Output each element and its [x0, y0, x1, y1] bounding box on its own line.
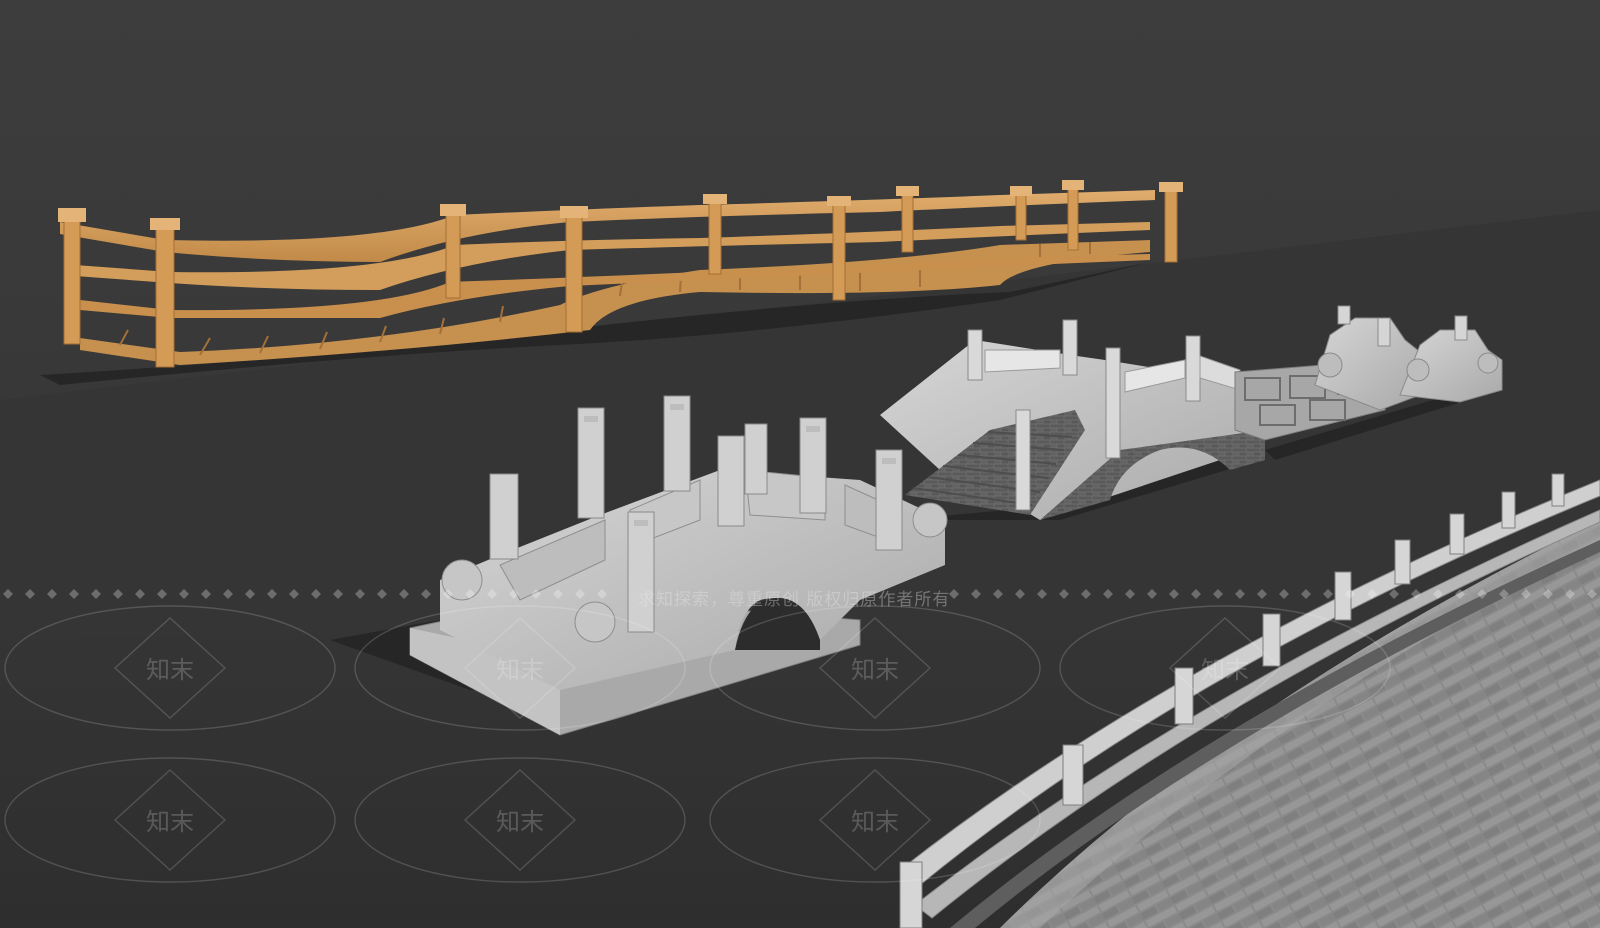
paved-bridge-post — [1174, 667, 1194, 725]
wooden-post — [1164, 185, 1178, 263]
paved-bridge-post — [1501, 491, 1516, 529]
granite-pillar — [577, 407, 605, 519]
watermark-logo: 知末 — [851, 656, 899, 684]
granite-pillar — [717, 435, 745, 527]
paved-bridge-post — [1062, 744, 1084, 806]
stone-post — [1062, 319, 1078, 376]
stone-post — [1015, 409, 1031, 511]
watermark-logo: 知末 — [496, 656, 544, 684]
granite-pillar — [744, 423, 768, 495]
stone-post — [1105, 347, 1121, 459]
wooden-post — [445, 207, 461, 299]
paved-bridge-post — [1551, 473, 1565, 507]
wooden-post — [565, 209, 583, 333]
granite-pillar — [627, 511, 655, 633]
scene-canvas: 知末 知末 知末 知末 知末 知末 知末 — [0, 0, 1600, 928]
granite-pillar — [489, 473, 519, 560]
stone-post — [967, 329, 983, 381]
wooden-post — [901, 189, 914, 253]
granite-pillar — [799, 417, 827, 514]
wooden-post — [1067, 183, 1079, 251]
granite-pillar — [875, 449, 903, 551]
wooden-post — [63, 213, 81, 345]
granite-pillar — [663, 395, 691, 492]
wooden-post — [708, 197, 722, 275]
paved-bridge-post — [899, 861, 923, 928]
watermark-logo: 知末 — [146, 656, 194, 684]
paved-bridge-post — [1449, 513, 1465, 555]
watermark-logo: 知末 — [851, 808, 899, 836]
paved-bridge-post — [1394, 539, 1411, 585]
watermark-logo: 知末 — [1201, 656, 1249, 684]
wooden-post — [832, 199, 846, 301]
watermark-logo: 知末 — [146, 808, 194, 836]
paved-bridge-post — [1262, 613, 1281, 667]
watermark-logo: 知末 — [496, 808, 544, 836]
wooden-post — [155, 221, 175, 368]
stone-post — [1185, 335, 1201, 402]
wooden-post — [1015, 189, 1027, 241]
